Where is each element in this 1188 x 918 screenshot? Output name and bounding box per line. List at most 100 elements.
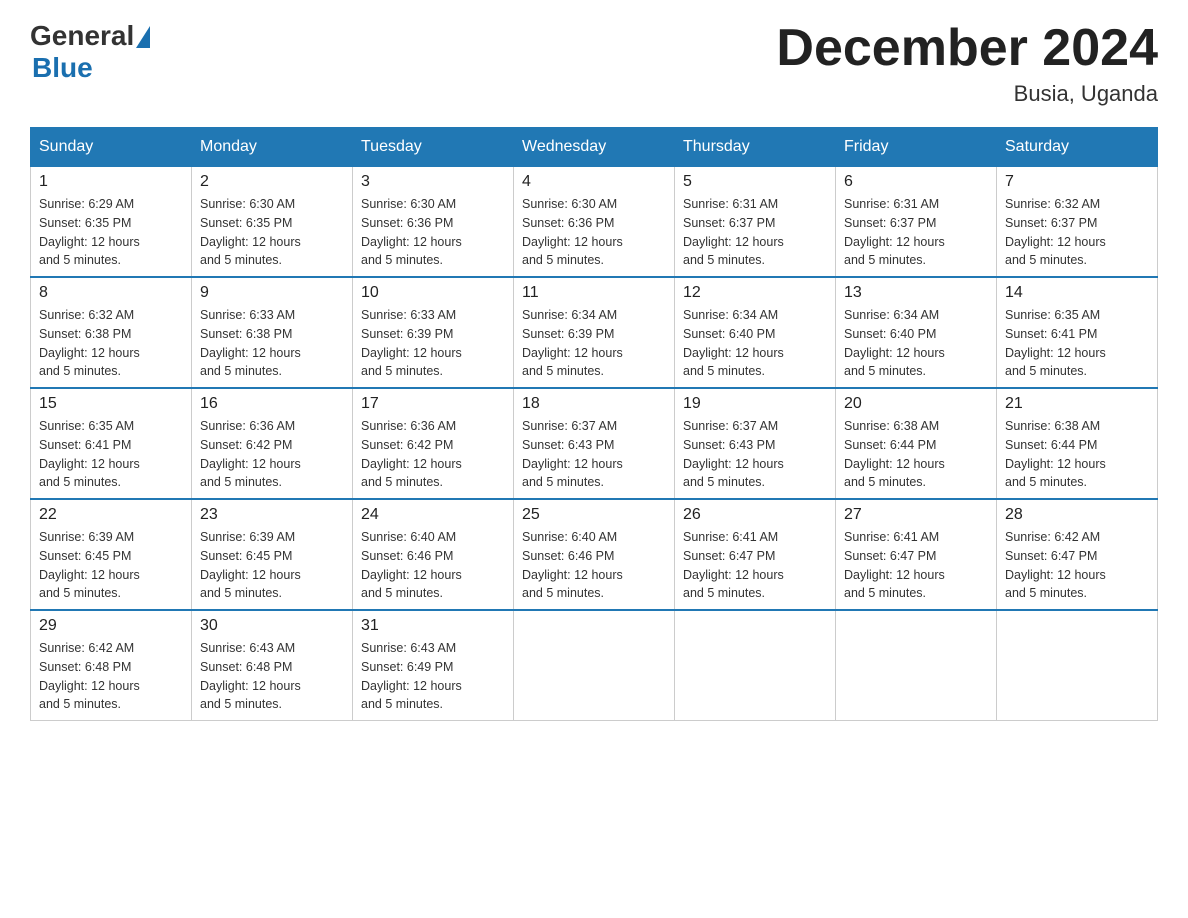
day-number: 25 bbox=[522, 506, 666, 524]
calendar-cell: 19 Sunrise: 6:37 AMSunset: 6:43 PMDaylig… bbox=[675, 388, 836, 499]
calendar-cell: 1 Sunrise: 6:29 AMSunset: 6:35 PMDayligh… bbox=[31, 167, 192, 278]
day-info: Sunrise: 6:37 AMSunset: 6:43 PMDaylight:… bbox=[522, 417, 666, 492]
location-text: Busia, Uganda bbox=[776, 81, 1158, 107]
calendar-cell bbox=[997, 610, 1158, 721]
day-info: Sunrise: 6:30 AMSunset: 6:36 PMDaylight:… bbox=[361, 195, 505, 270]
weekday-header-sunday: Sunday bbox=[31, 128, 192, 167]
day-number: 21 bbox=[1005, 395, 1149, 413]
day-info: Sunrise: 6:42 AMSunset: 6:48 PMDaylight:… bbox=[39, 639, 183, 714]
day-number: 19 bbox=[683, 395, 827, 413]
day-info: Sunrise: 6:32 AMSunset: 6:37 PMDaylight:… bbox=[1005, 195, 1149, 270]
calendar-cell: 16 Sunrise: 6:36 AMSunset: 6:42 PMDaylig… bbox=[192, 388, 353, 499]
calendar-cell: 5 Sunrise: 6:31 AMSunset: 6:37 PMDayligh… bbox=[675, 167, 836, 278]
logo-triangle-icon bbox=[136, 26, 150, 48]
weekday-header-monday: Monday bbox=[192, 128, 353, 167]
calendar-cell: 18 Sunrise: 6:37 AMSunset: 6:43 PMDaylig… bbox=[514, 388, 675, 499]
day-info: Sunrise: 6:41 AMSunset: 6:47 PMDaylight:… bbox=[844, 528, 988, 603]
day-number: 13 bbox=[844, 284, 988, 302]
calendar-cell: 6 Sunrise: 6:31 AMSunset: 6:37 PMDayligh… bbox=[836, 167, 997, 278]
calendar-cell bbox=[514, 610, 675, 721]
day-number: 12 bbox=[683, 284, 827, 302]
calendar-cell: 28 Sunrise: 6:42 AMSunset: 6:47 PMDaylig… bbox=[997, 499, 1158, 610]
day-info: Sunrise: 6:31 AMSunset: 6:37 PMDaylight:… bbox=[844, 195, 988, 270]
calendar-cell: 13 Sunrise: 6:34 AMSunset: 6:40 PMDaylig… bbox=[836, 277, 997, 388]
day-info: Sunrise: 6:43 AMSunset: 6:48 PMDaylight:… bbox=[200, 639, 344, 714]
day-info: Sunrise: 6:36 AMSunset: 6:42 PMDaylight:… bbox=[200, 417, 344, 492]
calendar-cell: 11 Sunrise: 6:34 AMSunset: 6:39 PMDaylig… bbox=[514, 277, 675, 388]
day-number: 15 bbox=[39, 395, 183, 413]
day-number: 22 bbox=[39, 506, 183, 524]
day-number: 27 bbox=[844, 506, 988, 524]
day-number: 28 bbox=[1005, 506, 1149, 524]
day-number: 20 bbox=[844, 395, 988, 413]
day-number: 2 bbox=[200, 173, 344, 191]
day-number: 7 bbox=[1005, 173, 1149, 191]
day-number: 18 bbox=[522, 395, 666, 413]
calendar-cell: 31 Sunrise: 6:43 AMSunset: 6:49 PMDaylig… bbox=[353, 610, 514, 721]
day-info: Sunrise: 6:40 AMSunset: 6:46 PMDaylight:… bbox=[522, 528, 666, 603]
calendar-cell: 25 Sunrise: 6:40 AMSunset: 6:46 PMDaylig… bbox=[514, 499, 675, 610]
day-info: Sunrise: 6:35 AMSunset: 6:41 PMDaylight:… bbox=[1005, 306, 1149, 381]
day-number: 10 bbox=[361, 284, 505, 302]
day-number: 4 bbox=[522, 173, 666, 191]
day-info: Sunrise: 6:39 AMSunset: 6:45 PMDaylight:… bbox=[200, 528, 344, 603]
day-number: 30 bbox=[200, 617, 344, 635]
title-block: December 2024 Busia, Uganda bbox=[776, 20, 1158, 107]
day-info: Sunrise: 6:30 AMSunset: 6:35 PMDaylight:… bbox=[200, 195, 344, 270]
day-number: 8 bbox=[39, 284, 183, 302]
day-info: Sunrise: 6:41 AMSunset: 6:47 PMDaylight:… bbox=[683, 528, 827, 603]
day-info: Sunrise: 6:37 AMSunset: 6:43 PMDaylight:… bbox=[683, 417, 827, 492]
day-info: Sunrise: 6:35 AMSunset: 6:41 PMDaylight:… bbox=[39, 417, 183, 492]
day-info: Sunrise: 6:29 AMSunset: 6:35 PMDaylight:… bbox=[39, 195, 183, 270]
day-number: 17 bbox=[361, 395, 505, 413]
calendar-cell: 15 Sunrise: 6:35 AMSunset: 6:41 PMDaylig… bbox=[31, 388, 192, 499]
calendar-cell: 8 Sunrise: 6:32 AMSunset: 6:38 PMDayligh… bbox=[31, 277, 192, 388]
day-info: Sunrise: 6:34 AMSunset: 6:40 PMDaylight:… bbox=[683, 306, 827, 381]
logo-blue-text: Blue bbox=[32, 52, 93, 84]
day-number: 3 bbox=[361, 173, 505, 191]
day-info: Sunrise: 6:39 AMSunset: 6:45 PMDaylight:… bbox=[39, 528, 183, 603]
calendar-cell bbox=[675, 610, 836, 721]
calendar-cell: 9 Sunrise: 6:33 AMSunset: 6:38 PMDayligh… bbox=[192, 277, 353, 388]
weekday-header-wednesday: Wednesday bbox=[514, 128, 675, 167]
day-info: Sunrise: 6:30 AMSunset: 6:36 PMDaylight:… bbox=[522, 195, 666, 270]
calendar-cell: 29 Sunrise: 6:42 AMSunset: 6:48 PMDaylig… bbox=[31, 610, 192, 721]
day-number: 26 bbox=[683, 506, 827, 524]
weekday-header-friday: Friday bbox=[836, 128, 997, 167]
day-number: 14 bbox=[1005, 284, 1149, 302]
day-number: 11 bbox=[522, 284, 666, 302]
day-info: Sunrise: 6:32 AMSunset: 6:38 PMDaylight:… bbox=[39, 306, 183, 381]
day-number: 9 bbox=[200, 284, 344, 302]
calendar-cell: 12 Sunrise: 6:34 AMSunset: 6:40 PMDaylig… bbox=[675, 277, 836, 388]
day-number: 6 bbox=[844, 173, 988, 191]
day-info: Sunrise: 6:38 AMSunset: 6:44 PMDaylight:… bbox=[1005, 417, 1149, 492]
month-title: December 2024 bbox=[776, 20, 1158, 77]
calendar-cell: 24 Sunrise: 6:40 AMSunset: 6:46 PMDaylig… bbox=[353, 499, 514, 610]
day-number: 1 bbox=[39, 173, 183, 191]
calendar-cell: 14 Sunrise: 6:35 AMSunset: 6:41 PMDaylig… bbox=[997, 277, 1158, 388]
day-info: Sunrise: 6:33 AMSunset: 6:38 PMDaylight:… bbox=[200, 306, 344, 381]
day-number: 23 bbox=[200, 506, 344, 524]
logo: General Blue bbox=[30, 20, 150, 84]
calendar-table: SundayMondayTuesdayWednesdayThursdayFrid… bbox=[30, 127, 1158, 721]
weekday-header-thursday: Thursday bbox=[675, 128, 836, 167]
calendar-cell: 26 Sunrise: 6:41 AMSunset: 6:47 PMDaylig… bbox=[675, 499, 836, 610]
calendar-cell: 20 Sunrise: 6:38 AMSunset: 6:44 PMDaylig… bbox=[836, 388, 997, 499]
weekday-header-tuesday: Tuesday bbox=[353, 128, 514, 167]
day-number: 31 bbox=[361, 617, 505, 635]
calendar-cell: 22 Sunrise: 6:39 AMSunset: 6:45 PMDaylig… bbox=[31, 499, 192, 610]
calendar-cell: 17 Sunrise: 6:36 AMSunset: 6:42 PMDaylig… bbox=[353, 388, 514, 499]
day-info: Sunrise: 6:38 AMSunset: 6:44 PMDaylight:… bbox=[844, 417, 988, 492]
day-info: Sunrise: 6:36 AMSunset: 6:42 PMDaylight:… bbox=[361, 417, 505, 492]
day-info: Sunrise: 6:34 AMSunset: 6:39 PMDaylight:… bbox=[522, 306, 666, 381]
calendar-cell: 30 Sunrise: 6:43 AMSunset: 6:48 PMDaylig… bbox=[192, 610, 353, 721]
day-number: 29 bbox=[39, 617, 183, 635]
weekday-header-saturday: Saturday bbox=[997, 128, 1158, 167]
calendar-cell: 2 Sunrise: 6:30 AMSunset: 6:35 PMDayligh… bbox=[192, 167, 353, 278]
day-info: Sunrise: 6:34 AMSunset: 6:40 PMDaylight:… bbox=[844, 306, 988, 381]
page-header: General Blue December 2024 Busia, Uganda bbox=[30, 20, 1158, 107]
day-info: Sunrise: 6:31 AMSunset: 6:37 PMDaylight:… bbox=[683, 195, 827, 270]
calendar-cell: 23 Sunrise: 6:39 AMSunset: 6:45 PMDaylig… bbox=[192, 499, 353, 610]
day-info: Sunrise: 6:40 AMSunset: 6:46 PMDaylight:… bbox=[361, 528, 505, 603]
calendar-cell: 27 Sunrise: 6:41 AMSunset: 6:47 PMDaylig… bbox=[836, 499, 997, 610]
